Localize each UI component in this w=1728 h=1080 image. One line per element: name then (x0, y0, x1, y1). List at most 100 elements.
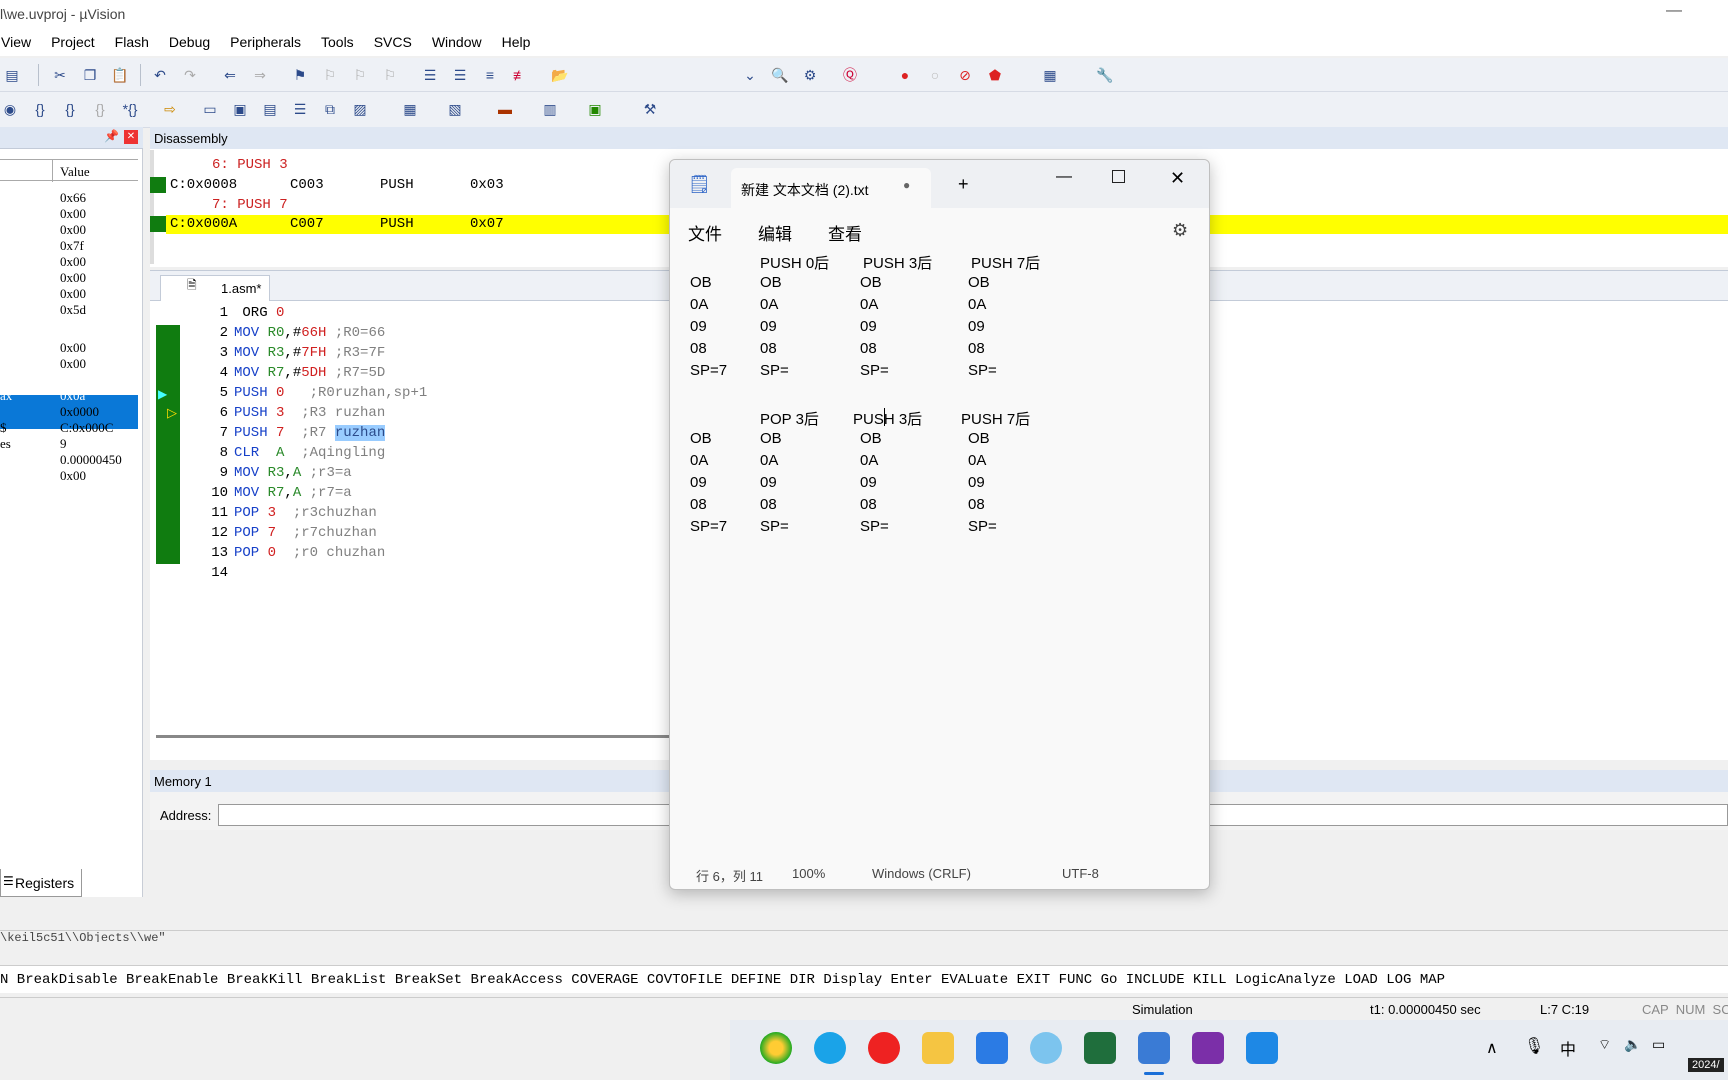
register-value[interactable]: 0x66 (60, 190, 86, 206)
disassembly-window-icon[interactable]: ▣ (230, 99, 250, 119)
unsaved-dot-icon[interactable]: ● (903, 178, 910, 192)
photos-app-icon[interactable] (1246, 1032, 1278, 1064)
register-value[interactable]: 0x00 (60, 254, 86, 270)
edge-icon[interactable] (1030, 1032, 1062, 1064)
dropdown-arrow-icon[interactable]: ⌄ (740, 65, 760, 85)
battery-icon[interactable]: ▭ (1652, 1036, 1665, 1053)
new-tab-button[interactable]: + (958, 174, 969, 195)
menu-view[interactable]: View (0, 34, 41, 50)
bookmark-next-icon[interactable]: ⚐ (350, 65, 370, 85)
code-line[interactable]: MOV R3,#7FH ;R3=7F (234, 345, 385, 361)
toolbox-icon[interactable]: ⚒ (640, 99, 660, 119)
notepad-menu-file[interactable]: 文件 (688, 220, 722, 245)
cut-icon[interactable]: ✂ (50, 65, 70, 85)
settings-gear-icon[interactable]: ⚙ (1172, 220, 1188, 241)
status-zoom[interactable]: 100% (792, 866, 825, 881)
bookmark-clear-icon[interactable]: ⚐ (380, 65, 400, 85)
code-line[interactable]: MOV R7,#5DH ;R7=5D (234, 365, 385, 381)
register-value[interactable]: 0x00 (60, 222, 86, 238)
memory-window-icon[interactable]: ▦ (400, 99, 420, 119)
symbols-window-icon[interactable]: ▤ (260, 99, 280, 119)
tab-registers[interactable]: ☰ Registers (0, 869, 82, 897)
register-value[interactable]: 0x00 (60, 286, 86, 302)
code-line[interactable]: MOV R3,A ;r3=a (234, 465, 352, 481)
step-into-icon[interactable]: {} (30, 99, 50, 119)
volume-icon[interactable]: 🔈 (1624, 1036, 1641, 1053)
serial-window-icon[interactable]: ▧ (445, 99, 465, 119)
register-value[interactable]: C:0x000C (60, 420, 113, 436)
show-next-statement-icon[interactable]: ⇨ (160, 99, 180, 119)
bookmark-prev-icon[interactable]: ⚐ (320, 65, 340, 85)
tab-1-asm[interactable]: 🗎 1.asm* (160, 275, 270, 301)
notepad-icon[interactable] (1138, 1032, 1170, 1064)
wifi-icon[interactable]: ⌔ (1598, 1036, 1611, 1054)
unindent-icon[interactable]: ☰ (450, 65, 470, 85)
feishu-icon[interactable] (976, 1032, 1008, 1064)
comment-icon[interactable]: ≡ (480, 65, 500, 85)
nav-back-icon[interactable]: ⇐ (220, 65, 240, 85)
breakpoint-kill-all-icon[interactable]: ⬟ (985, 65, 1005, 85)
code-line[interactable]: MOV R7,A ;r7=a (234, 485, 352, 501)
debug-session-icon[interactable]: Ⓠ (840, 65, 860, 85)
microphone-icon[interactable]: 🎙 (1524, 1036, 1544, 1056)
register-value[interactable]: 0x00 (60, 270, 86, 286)
pin-icon[interactable]: 📌 (104, 129, 119, 143)
run-to-cursor-icon[interactable]: *{} (120, 99, 140, 119)
code-line[interactable]: PUSH 3 ;R3 ruzhan (234, 405, 385, 421)
configure-icon[interactable]: 🔧 (1095, 65, 1115, 85)
file-explorer-icon[interactable] (922, 1032, 954, 1064)
trace-window-icon[interactable]: ▥ (540, 99, 560, 119)
register-value[interactable]: 9 (60, 436, 67, 452)
menu-project[interactable]: Project (41, 34, 105, 50)
translator-app-icon[interactable] (814, 1032, 846, 1064)
notepad-maximize-button[interactable] (1112, 170, 1125, 183)
register-value[interactable]: 0x00 (60, 356, 86, 372)
keil-uvision-icon[interactable] (1084, 1032, 1116, 1064)
breakpoint-disable-all-icon[interactable]: ⊘ (955, 65, 975, 85)
register-value[interactable]: 0.00000450 (60, 452, 122, 468)
system-viewer-icon[interactable]: ▣ (585, 99, 605, 119)
open-file-icon[interactable]: 📂 (550, 65, 570, 85)
analysis-window-icon[interactable]: ▬ (495, 99, 515, 119)
close-icon[interactable]: ✕ (124, 130, 138, 144)
step-over-icon[interactable]: {} (60, 99, 80, 119)
watch-window-icon[interactable]: ▨ (350, 99, 370, 119)
register-value[interactable]: 0x0a (60, 388, 85, 404)
notepad-menu-edit[interactable]: 编辑 (758, 220, 792, 245)
menu-help[interactable]: Help (492, 34, 541, 50)
find-icon[interactable]: 🔍 (770, 65, 790, 85)
code-line[interactable]: POP 7 ;r7chuzhan (234, 525, 377, 541)
command-window-icon[interactable]: ▭ (200, 99, 220, 119)
breakpoint-disable-icon[interactable]: ○ (925, 65, 945, 85)
breakpoint-insert-icon[interactable]: ● (895, 65, 915, 85)
clock[interactable]: 2024/ (1688, 1058, 1724, 1072)
window-select-icon[interactable]: ▦ (1040, 65, 1060, 85)
notepad-text-area[interactable]: PUSH 0后 PUSH 3后 PUSH 7后 OB OB OB OB 0A 0A 0A 0A 09 0… (670, 252, 1209, 852)
notepad-minimize-button[interactable]: — (1056, 168, 1072, 186)
save-all-icon[interactable]: ▤ (2, 65, 22, 85)
menu-window[interactable]: Window (422, 34, 492, 50)
menu-tools[interactable]: Tools (311, 34, 364, 50)
indent-icon[interactable]: ☰ (420, 65, 440, 85)
register-value[interactable]: 0x0000 (60, 404, 99, 420)
minimize-button[interactable]: — (1666, 2, 1682, 20)
code-line[interactable]: ORG 0 (234, 305, 284, 321)
netease-music-icon[interactable] (868, 1032, 900, 1064)
menu-debug[interactable]: Debug (159, 34, 220, 50)
register-value[interactable]: 0x00 (60, 468, 86, 484)
copy-icon[interactable]: ❐ (80, 65, 100, 85)
code-line[interactable]: POP 3 ;r3chuzhan (234, 505, 377, 521)
register-value[interactable]: 0x00 (60, 206, 86, 222)
tray-overflow-icon[interactable]: ∧ (1486, 1038, 1498, 1058)
code-line[interactable]: MOV R0,#66H ;R0=66 (234, 325, 385, 341)
undo-icon[interactable]: ↶ (150, 65, 170, 85)
register-value[interactable]: 0x0a (60, 372, 85, 388)
code-line[interactable]: PUSH 7 ;R7 ruzhan (234, 425, 386, 441)
registers-window-icon[interactable]: ☰ (290, 99, 310, 119)
nav-forward-icon[interactable]: ⇒ (250, 65, 270, 85)
music-app-icon[interactable] (760, 1032, 792, 1064)
ime-indicator[interactable]: 中 (1560, 1036, 1576, 1060)
code-line[interactable]: POP 0 ;r0 chuzhan (234, 545, 385, 561)
reset-icon[interactable]: ◉ (0, 99, 20, 119)
notepad-menu-view[interactable]: 查看 (828, 220, 862, 245)
